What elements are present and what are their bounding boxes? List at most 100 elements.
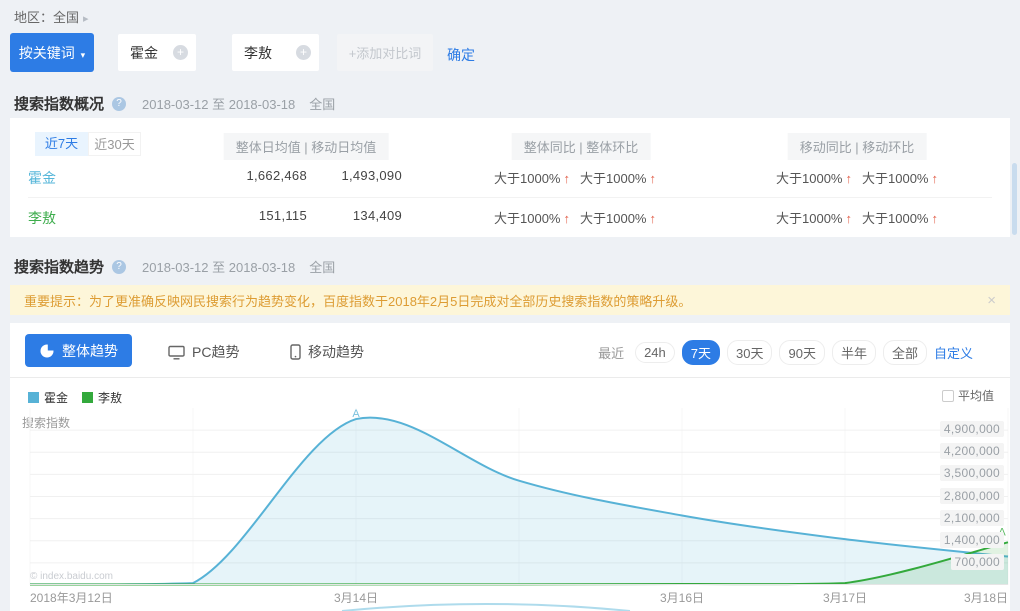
range-custom[interactable]: 自定义 xyxy=(934,341,973,364)
x-axis-tick: 3月16日 xyxy=(660,589,704,606)
notice-banner: 重要提示：为了更准确反映网民搜索行为趋势变化，百度指数于2018年2月5日完成对… xyxy=(10,285,1010,315)
next-chart-peek-arc xyxy=(340,602,632,611)
trend-chart: AA 700,000 1,400,000 2,100,000 2,800,000 3,5… xyxy=(30,408,1008,586)
overall-compare-cell: 大于1000%↑大于1000%↑ xyxy=(494,208,656,227)
trend-title: 搜索指数趋势 xyxy=(14,256,104,277)
tab-label: PC趋势 xyxy=(192,342,239,362)
legend-label: 霍金 xyxy=(44,389,68,406)
mobile-compare-cell: 大于1000%↑大于1000%↑ xyxy=(776,168,938,187)
column-header-daily-avg: 整体日均值 | 移动日均值 xyxy=(224,133,389,160)
y-axis-tick: 4,900,000 xyxy=(940,421,1004,437)
legend-swatch xyxy=(28,392,39,403)
tab-last-30-days[interactable]: 近30天 xyxy=(88,132,141,156)
up-arrow-icon: ↑ xyxy=(564,211,571,226)
overview-region: 全国 xyxy=(309,94,335,113)
legend-swatch xyxy=(82,392,93,403)
keyword-input-2[interactable]: 李敖 + xyxy=(232,34,319,71)
keyword-link-liao[interactable]: 李敖 xyxy=(28,208,56,228)
keyword-1-value: 霍金 xyxy=(130,43,158,63)
checkbox-icon xyxy=(942,390,954,402)
add-circle-icon[interactable]: + xyxy=(296,45,311,60)
mobile-daily-avg: 1,493,090 xyxy=(312,168,402,183)
table-row: 李敖 151,115 134,409 大于1000%↑大于1000%↑ 大于10… xyxy=(10,208,1010,228)
add-compare-button[interactable]: +添加对比词 xyxy=(337,34,433,71)
svg-text:A: A xyxy=(352,408,360,420)
row-divider xyxy=(28,197,992,198)
up-arrow-icon: ↑ xyxy=(931,171,938,186)
up-arrow-icon: ↑ xyxy=(846,211,853,226)
range-half-year[interactable]: 半年 xyxy=(832,340,876,365)
overview-panel: 近7天 近30天 整体日均值 | 移动日均值 整体同比 | 整体环比 移动同比 … xyxy=(10,118,1010,237)
range-24h[interactable]: 24h xyxy=(635,342,675,363)
y-axis-tick: 4,200,000 xyxy=(940,443,1004,459)
up-arrow-icon: ↑ xyxy=(649,211,656,226)
x-axis-tick: 3月18日 xyxy=(964,589,1008,606)
mobile-daily-avg: 134,409 xyxy=(312,208,402,223)
y-axis-tick: 700,000 xyxy=(951,554,1004,570)
range-7d[interactable]: 7天 xyxy=(682,340,720,365)
column-header-mobile-compare: 移动同比 | 移动环比 xyxy=(788,133,927,160)
trend-chart-svg: AA xyxy=(30,408,1008,586)
mobile-compare-cell: 大于1000%↑大于1000%↑ xyxy=(776,208,938,227)
x-axis-labels: 2018年3月12日3月14日3月16日3月17日3月18日 xyxy=(30,589,1008,603)
chart-legend: 霍金 李敖 xyxy=(28,389,122,406)
close-icon[interactable]: × xyxy=(987,292,996,309)
chevron-right-icon: ▸ xyxy=(83,13,89,25)
range-90d[interactable]: 90天 xyxy=(779,340,824,365)
notice-text: 重要提示：为了更准确反映网民搜索行为趋势变化，百度指数于2018年2月5日完成对… xyxy=(24,291,691,310)
tab-label: 整体趋势 xyxy=(62,341,118,361)
keyword-mode-button[interactable]: 按关键词 ▾ xyxy=(10,33,94,72)
keyword-mode-label: 按关键词 xyxy=(19,45,75,61)
overview-date-range: 2018-03-12 至 2018-03-18 xyxy=(142,94,295,113)
trend-region: 全国 xyxy=(309,257,335,276)
keyword-link-hawking[interactable]: 霍金 xyxy=(28,168,56,188)
trend-date-range: 2018-03-12 至 2018-03-18 xyxy=(142,257,295,276)
tab-pc-trend[interactable]: PC趋势 xyxy=(168,342,239,362)
tab-last-7-days[interactable]: 近7天 xyxy=(35,132,88,156)
up-arrow-icon: ↑ xyxy=(846,171,853,186)
tab-overall-trend[interactable]: 整体趋势 xyxy=(25,334,132,367)
table-row: 霍金 1,662,468 1,493,090 大于1000%↑大于1000%↑ … xyxy=(10,168,1010,188)
keyword-input-1[interactable]: 霍金 + xyxy=(118,34,196,71)
range-prefix-label: 最近 xyxy=(598,343,624,362)
up-arrow-icon: ↑ xyxy=(931,211,938,226)
y-axis-tick: 1,400,000 xyxy=(940,532,1004,548)
time-range-selector: 最近 24h 7天 30天 90天 半年 全部 自定义 xyxy=(598,340,973,365)
legend-item-hawking[interactable]: 霍金 xyxy=(28,389,68,406)
monitor-icon xyxy=(168,345,185,360)
range-all[interactable]: 全部 xyxy=(883,340,927,365)
help-icon[interactable]: ? xyxy=(112,97,126,111)
range-30d[interactable]: 30天 xyxy=(727,340,772,365)
confirm-button[interactable]: 确定 xyxy=(447,45,475,65)
help-icon[interactable]: ? xyxy=(112,260,126,274)
x-axis-tick: 2018年3月12日 xyxy=(30,589,113,606)
overall-daily-avg: 1,662,468 xyxy=(197,168,307,183)
overall-compare-cell: 大于1000%↑大于1000%↑ xyxy=(494,168,656,187)
overview-title: 搜索指数概况 xyxy=(14,93,104,114)
divider xyxy=(10,377,1010,378)
legend-label: 李敖 xyxy=(98,389,122,406)
mobile-phone-icon xyxy=(290,344,301,360)
legend-item-liao[interactable]: 李敖 xyxy=(82,389,122,406)
keyword-2-value: 李敖 xyxy=(244,43,272,63)
up-arrow-icon: ↑ xyxy=(649,171,656,186)
pie-chart-icon xyxy=(39,343,55,359)
trend-section-header: 搜索指数趋势 ? 2018-03-12 至 2018-03-18 全国 xyxy=(14,256,335,277)
column-header-overall-compare: 整体同比 | 整体环比 xyxy=(512,133,651,160)
add-circle-icon[interactable]: + xyxy=(173,45,188,60)
y-axis-tick: 3,500,000 xyxy=(940,465,1004,481)
watermark: © index.baidu.com xyxy=(30,571,113,582)
region-label: 地区：全国 xyxy=(14,10,79,25)
x-axis-tick: 3月17日 xyxy=(823,589,867,606)
overall-daily-avg: 151,115 xyxy=(197,208,307,223)
tab-label: 移动趋势 xyxy=(308,342,364,362)
average-label: 平均值 xyxy=(958,387,994,404)
scrollbar-thumb[interactable] xyxy=(1012,163,1017,235)
overview-section-header: 搜索指数概况 ? 2018-03-12 至 2018-03-18 全国 xyxy=(14,93,335,114)
tab-mobile-trend[interactable]: 移动趋势 xyxy=(290,342,364,362)
chevron-down-icon: ▾ xyxy=(81,50,86,60)
region-selector[interactable]: 地区：全国 ▸ xyxy=(14,7,89,26)
y-axis-tick: 2,800,000 xyxy=(940,488,1004,504)
average-checkbox[interactable]: 平均值 xyxy=(942,387,994,404)
y-axis-tick: 2,100,000 xyxy=(940,510,1004,526)
